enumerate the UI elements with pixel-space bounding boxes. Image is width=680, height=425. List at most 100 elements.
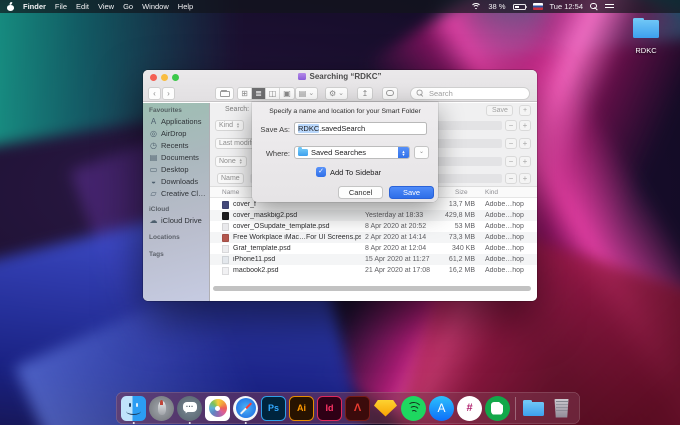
remove-criterion-button[interactable]: − (505, 156, 517, 167)
dock-finder-icon[interactable] (121, 396, 146, 421)
dock-sketch-icon[interactable] (373, 396, 398, 421)
toolbar: ‹ › ⊞ ≣ ◫ ▣ ▤ ⚙ ↥ (143, 84, 537, 102)
column-kind[interactable]: Kind (485, 189, 498, 196)
table-row[interactable]: cover_maskbig2.psd Yesterday at 18:33 42… (210, 210, 537, 221)
where-popup[interactable]: Saved Searches ▲▼ (294, 146, 410, 159)
sidebar-item-downloads[interactable]: ◒Downloads (149, 177, 198, 186)
sidebar-item-airdrop[interactable]: ◎AirDrop (149, 129, 186, 138)
file-name: cover_OSupdate_template.psd (233, 223, 361, 230)
dock-illustrator-icon[interactable]: Ai (289, 396, 314, 421)
tags-button[interactable] (382, 87, 398, 100)
dock-evernote-icon[interactable] (485, 396, 510, 421)
table-row[interactable]: cover_OSupdate_template.psd 8 Apr 2020 a… (210, 221, 537, 232)
dock-trash-icon[interactable] (549, 396, 574, 421)
dock-acrobat-icon[interactable]: Λ (345, 396, 370, 421)
save-search-button[interactable]: Save (486, 105, 513, 116)
spotlight-icon[interactable] (590, 3, 598, 11)
menu-bar-left: Finder File Edit View Go Window Help (0, 2, 193, 11)
file-size: 429,8 MB (415, 212, 475, 219)
sidebar-item-applications[interactable]: AApplications (149, 117, 201, 126)
input-language-flag-icon[interactable] (533, 3, 543, 10)
stepper-icon: ▲▼ (239, 159, 243, 164)
file-name: Graf_template.psd (233, 245, 361, 252)
sidebar-item-desktop[interactable]: ▭Desktop (149, 165, 189, 174)
sidebar-header-tags[interactable]: Tags (149, 251, 164, 258)
menu-finder[interactable]: Finder (23, 2, 46, 11)
remove-criterion-button[interactable]: − (505, 138, 517, 149)
new-folder-button[interactable] (215, 87, 234, 100)
horizontal-scrollbar[interactable] (213, 286, 531, 291)
chevron-down-icon (336, 89, 344, 98)
menu-window[interactable]: Window (142, 2, 169, 11)
remove-criterion-button[interactable]: − (505, 120, 517, 131)
action-gear-button[interactable]: ⚙ (325, 87, 348, 100)
disclosure-button[interactable]: ⌄ (414, 146, 429, 159)
remove-criterion-button[interactable]: − (505, 173, 517, 184)
back-button[interactable]: ‹ (148, 87, 161, 100)
menu-bar-clock[interactable]: Tue 12:54 (550, 2, 584, 11)
dock-photos-icon[interactable] (205, 396, 230, 421)
file-size: 340 KB (415, 245, 475, 252)
criteria-none-popup[interactable]: None▲▼ (215, 156, 247, 167)
search-input[interactable] (427, 88, 517, 99)
criteria-kind-popup[interactable]: Kind▲▼ (215, 120, 244, 131)
criteria-name-popup[interactable]: Name (217, 173, 244, 184)
menu-go[interactable]: Go (123, 2, 133, 11)
column-view-button[interactable]: ◫ (266, 88, 280, 99)
gallery-view-button[interactable]: ▣ (280, 88, 294, 99)
menu-edit[interactable]: Edit (76, 2, 89, 11)
group-button[interactable]: ▤ (295, 87, 318, 100)
save-button[interactable]: Save (389, 186, 434, 199)
share-button[interactable]: ↥ (357, 87, 373, 100)
dock-folder-icon[interactable] (521, 396, 546, 421)
tag-icon (386, 90, 394, 96)
menu-help[interactable]: Help (178, 2, 193, 11)
battery-icon[interactable] (513, 4, 526, 10)
save-as-field[interactable]: RDKC.savedSearch (294, 122, 427, 135)
dock-safari-icon[interactable] (233, 396, 258, 421)
table-row[interactable]: Graf_template.psd 8 Apr 2020 at 12:04 34… (210, 243, 537, 254)
dock-messages-icon[interactable]: … (177, 396, 202, 421)
file-thumbnail-icon (222, 201, 229, 209)
menu-file[interactable]: File (55, 2, 67, 11)
sidebar-item-documents[interactable]: ▤Documents (149, 153, 199, 162)
notification-center-icon[interactable] (605, 3, 614, 10)
dock-slack-icon[interactable]: # (457, 396, 482, 421)
column-size[interactable]: Size (455, 189, 468, 196)
column-name[interactable]: Name (222, 189, 239, 196)
forward-button[interactable]: › (162, 87, 175, 100)
icon-view-button[interactable]: ⊞ (238, 88, 252, 99)
sidebar-item-creative-cloud[interactable]: ▱Creative Cl… (149, 189, 206, 198)
dock-photoshop-icon[interactable]: Ps (261, 396, 286, 421)
list-view-button[interactable]: ≣ (252, 88, 266, 99)
table-row[interactable]: iPhone11.psd 15 Apr 2020 at 11:27 61,2 M… (210, 254, 537, 265)
add-criterion-button[interactable]: + (519, 156, 531, 167)
airdrop-icon: ◎ (149, 129, 158, 138)
file-kind: Adobe…hop (485, 234, 537, 241)
apple-menu-icon[interactable] (7, 3, 14, 11)
menu-view[interactable]: View (98, 2, 114, 11)
menu-bar: Finder File Edit View Go Window Help 38 … (0, 0, 680, 13)
file-name: iPhone11.psd (233, 256, 361, 263)
add-criteria-button[interactable]: + (519, 105, 531, 116)
add-criterion-button[interactable]: + (519, 120, 531, 131)
dock-launchpad-icon[interactable] (149, 396, 174, 421)
wifi-icon[interactable] (470, 3, 481, 11)
sidebar-item-recents[interactable]: ◷Recents (149, 141, 189, 150)
toolbar-search-field[interactable] (410, 87, 530, 100)
running-indicator (132, 422, 135, 425)
table-row[interactable]: Free Workplace iMac…For UI Screens.psd 2… (210, 232, 537, 243)
table-row[interactable]: macbook2.psd 21 Apr 2020 at 17:08 16,2 M… (210, 265, 537, 276)
dock-appstore-icon[interactable]: A (429, 396, 454, 421)
add-criterion-button[interactable]: + (519, 173, 531, 184)
dock-spotify-icon[interactable] (401, 396, 426, 421)
add-to-sidebar-checkbox[interactable]: ✓ (316, 167, 326, 177)
desktop-folder-rdkc[interactable]: RDKC (628, 20, 664, 55)
file-name: cover_maskbig2.psd (233, 212, 361, 219)
add-criterion-button[interactable]: + (519, 138, 531, 149)
cancel-button[interactable]: Cancel (338, 186, 383, 199)
sidebar-header-locations[interactable]: Locations (149, 234, 180, 241)
sidebar-item-icloud-drive[interactable]: ☁iCloud Drive (149, 216, 202, 225)
where-label: Where: (254, 149, 290, 158)
dock-indesign-icon[interactable]: Id (317, 396, 342, 421)
